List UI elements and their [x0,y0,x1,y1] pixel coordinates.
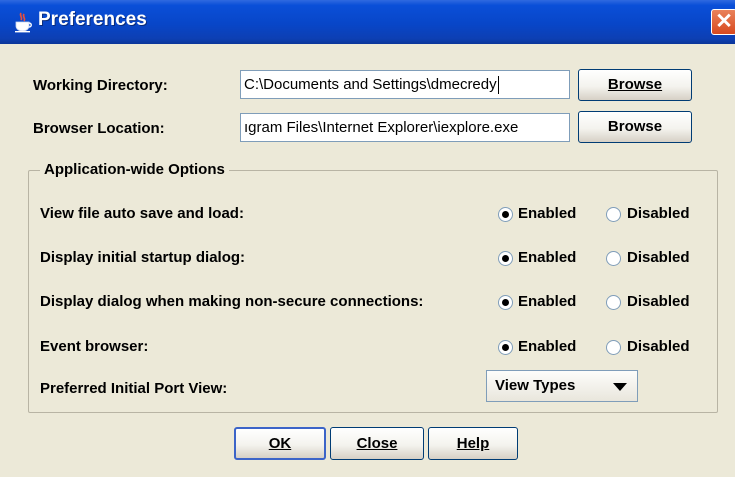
working-directory-label: Working Directory: [33,77,168,94]
nonsecure-dialog-enabled-label[interactable]: Enabled [518,293,576,310]
working-directory-value: C:\Documents and Settings\dmecredy [244,76,497,93]
auto-save-disabled-label[interactable]: Disabled [627,205,690,222]
ok-button-label: OK [268,435,292,452]
preferences-dialog: Preferences ✕ Working Directory: C:\Docu… [0,0,735,477]
browser-location-field[interactable]: ıgram Files\Internet Explorer\iexplore.e… [240,113,570,142]
startup-dialog-enabled-label[interactable]: Enabled [518,249,576,266]
option-label-auto-save: View file auto save and load: [40,205,244,222]
dialog-body: Working Directory: C:\Documents and Sett… [0,44,735,477]
browser-location-label: Browser Location: [33,120,165,137]
event-browser-disabled-radio[interactable] [606,340,621,355]
text-caret [497,76,499,95]
help-button[interactable]: Help [428,427,518,460]
event-browser-enabled-label[interactable]: Enabled [518,338,576,355]
nonsecure-dialog-enabled-radio[interactable] [498,295,513,310]
browser-location-browse-button[interactable]: Browse [578,111,692,143]
close-button-label: Close [356,435,398,452]
working-directory-field[interactable]: C:\Documents and Settings\dmecredy [240,70,570,99]
auto-save-disabled-radio[interactable] [606,207,621,222]
port-view-dropdown[interactable]: View Types [486,370,638,402]
nonsecure-dialog-disabled-radio[interactable] [606,295,621,310]
port-view-selected: View Types [495,377,576,394]
browser-location-value: ıgram Files\Internet Explorer\iexplore.e… [244,119,519,136]
close-window-button[interactable]: ✕ [711,9,735,35]
application-options-title: Application-wide Options [40,161,229,178]
option-label-event-browser: Event browser: [40,338,149,355]
chevron-down-icon [613,383,627,391]
working-directory-browse-button[interactable]: Browse [578,69,692,101]
port-view-label: Preferred Initial Port View: [40,380,228,397]
window-title: Preferences [38,9,147,30]
java-coffee-cup-icon [12,11,34,33]
help-button-label: Help [456,435,490,452]
auto-save-enabled-radio[interactable] [498,207,513,222]
working-directory-browse-label: Browse [607,76,663,93]
startup-dialog-enabled-radio[interactable] [498,251,513,266]
browser-location-browse-label: Browse [607,118,663,135]
auto-save-enabled-label[interactable]: Enabled [518,205,576,222]
event-browser-enabled-radio[interactable] [498,340,513,355]
event-browser-disabled-label[interactable]: Disabled [627,338,690,355]
nonsecure-dialog-disabled-label[interactable]: Disabled [627,293,690,310]
option-label-startup-dialog: Display initial startup dialog: [40,249,246,266]
startup-dialog-disabled-radio[interactable] [606,251,621,266]
startup-dialog-disabled-label[interactable]: Disabled [627,249,690,266]
close-icon: ✕ [715,10,733,33]
ok-button[interactable]: OK [234,427,326,460]
option-label-nonsecure-dialog: Display dialog when making non-secure co… [40,293,424,310]
title-bar[interactable]: Preferences ✕ [0,0,735,44]
close-button[interactable]: Close [330,427,424,460]
